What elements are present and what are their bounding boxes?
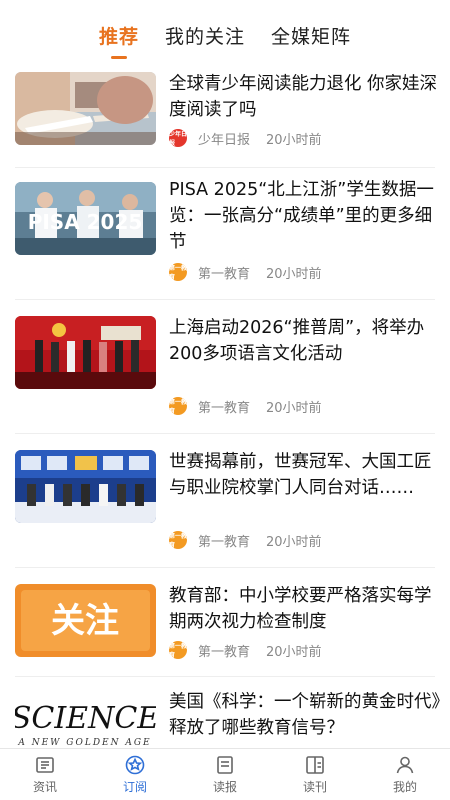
source-logo-icon: 少年日报: [169, 129, 188, 147]
nav-label: 读刊: [302, 780, 327, 794]
nav-item-me[interactable]: 我的: [360, 749, 450, 800]
article-source: 第一教育: [198, 266, 251, 282]
nav-label: 读报: [212, 780, 237, 794]
top-tabs: 推荐 我的关注 全媒矩阵: [0, 0, 450, 64]
nav-item-subscribe[interactable]: 订阅: [90, 749, 180, 800]
user-icon: [394, 754, 416, 776]
article-meta: 第一教育 第一教育 20小时前: [169, 531, 322, 550]
subscribe-icon: [124, 754, 146, 776]
thumbnail-subcaption: A NEW GOLDEN AGE: [17, 738, 151, 746]
article-thumbnail: 关注: [15, 584, 156, 657]
news-icon: [34, 754, 56, 776]
article-title[interactable]: PISA 2025“北上江浙”学生数据一览：一张高分“成绩单”里的更多细节: [169, 177, 441, 255]
magazine-icon: [304, 754, 326, 776]
tab-recommend[interactable]: 推荐: [99, 22, 139, 59]
article-feed[interactable]: 全球青少年阅读能力退化 你家娃深度阅读了吗 少年日报 少年日报 20小时前 PI…: [0, 64, 450, 746]
article-time: 20小时前: [266, 644, 322, 660]
article-source: 少年日报: [198, 132, 251, 148]
article-meta: 少年日报 少年日报 20小时前: [169, 129, 322, 148]
thumbnail-caption: SCIENCE: [15, 701, 156, 736]
tab-my-follow[interactable]: 我的关注: [165, 22, 245, 49]
article-title[interactable]: 全球青少年阅读能力退化 你家娃深度阅读了吗: [169, 71, 441, 123]
divider: [15, 676, 435, 677]
divider: [15, 433, 435, 434]
nav-label: 订阅: [122, 780, 147, 794]
source-logo-icon: 第一教育: [169, 641, 188, 659]
nav-item-news[interactable]: 资讯: [0, 749, 90, 800]
article-thumbnail: PISA 2025: [15, 182, 156, 255]
source-logo-icon: 第一教育: [169, 531, 188, 549]
article-source: 第一教育: [198, 644, 251, 660]
nav-item-magazine[interactable]: 读刊: [270, 749, 360, 800]
thumbnail-caption: 关注: [51, 601, 119, 641]
newspaper-icon: [214, 754, 236, 776]
bottom-nav: 资讯 订阅 读报 读刊 我的: [0, 748, 450, 800]
divider: [15, 167, 435, 168]
article-meta: 第一教育 第一教育 20小时前: [169, 263, 322, 282]
article-time: 20小时前: [266, 400, 322, 416]
article-time: 20小时前: [266, 534, 322, 550]
article-source: 第一教育: [198, 534, 251, 550]
article-thumbnail: SCIENCE A NEW GOLDEN AGE: [15, 690, 156, 746]
nav-label: 我的: [392, 780, 417, 794]
nav-label: 资讯: [32, 780, 57, 794]
article-source: 第一教育: [198, 400, 251, 416]
source-logo-icon: 第一教育: [169, 263, 188, 281]
article-title[interactable]: 世赛揭幕前，世赛冠军、大国工匠与职业院校掌门人同台对话……: [169, 449, 441, 501]
article-title[interactable]: 美国《科学：一个崭新的黄金时代》释放了哪些教育信号？: [169, 689, 441, 741]
divider: [15, 299, 435, 300]
article-meta: 第一教育 第一教育 20小时前: [169, 397, 322, 416]
article-time: 20小时前: [266, 266, 322, 282]
article-time: 20小时前: [266, 132, 322, 148]
article-item[interactable]: 全球青少年阅读能力退化 你家娃深度阅读了吗 少年日报 少年日报 20小时前: [0, 72, 450, 190]
tab-media-matrix[interactable]: 全媒矩阵: [271, 22, 351, 49]
nav-item-newspaper[interactable]: 读报: [180, 749, 270, 800]
article-title[interactable]: 上海启动2026“推普周”，将举办200多项语言文化活动: [169, 315, 441, 367]
thumbnail-caption: PISA 2025: [28, 210, 143, 234]
source-logo-icon: 第一教育: [169, 397, 188, 415]
article-thumbnail: [15, 450, 156, 523]
divider: [15, 567, 435, 568]
article-meta: 第一教育 第一教育 20小时前: [169, 641, 322, 660]
article-title[interactable]: 教育部：中小学校要严格落实每学期两次视力检查制度: [169, 583, 441, 635]
article-thumbnail: [15, 72, 156, 145]
article-thumbnail: [15, 316, 156, 389]
